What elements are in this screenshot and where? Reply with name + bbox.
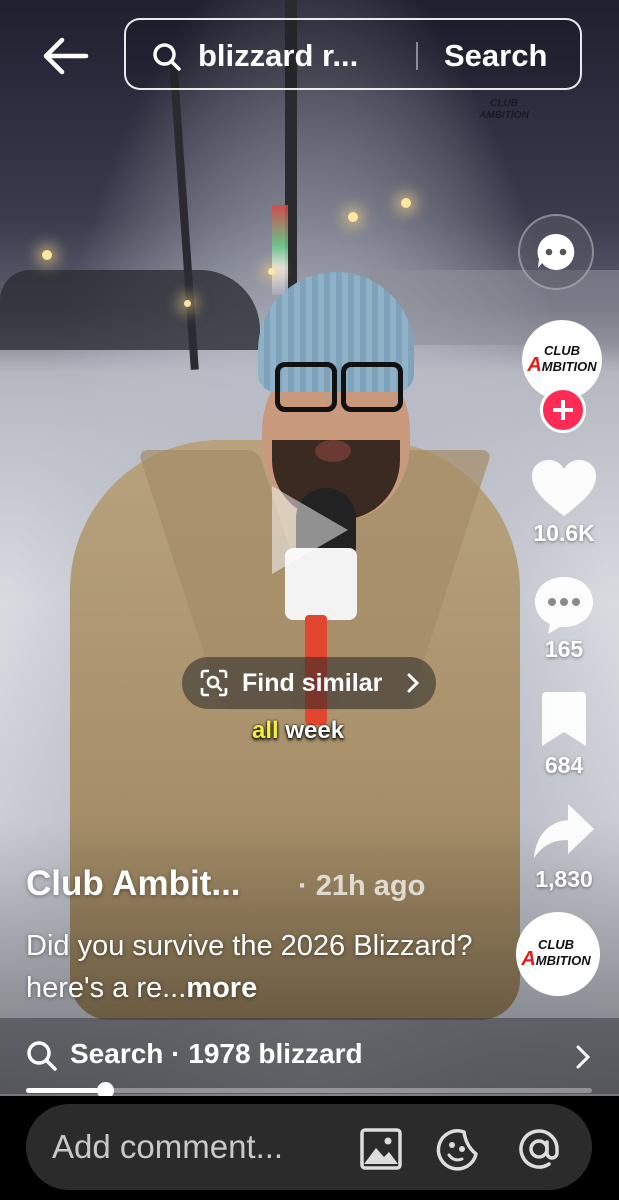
follow-button[interactable] bbox=[540, 387, 586, 433]
street-light bbox=[42, 250, 52, 260]
video-caption: all week bbox=[252, 717, 344, 745]
video-watermark: CLUB AMBITION bbox=[474, 98, 534, 130]
video-progress-bar[interactable] bbox=[26, 1082, 592, 1099]
search-submit-button[interactable]: Search bbox=[444, 38, 547, 74]
like-count: 10.6K bbox=[533, 520, 595, 546]
watermark-line: CLUB bbox=[490, 98, 518, 109]
find-similar-label: Find similar bbox=[242, 669, 383, 697]
reporter-mouth bbox=[315, 440, 351, 462]
chevron-right-icon bbox=[407, 673, 420, 693]
find-similar-button[interactable]: Find similar bbox=[182, 657, 436, 709]
share-count: 1,830 bbox=[535, 866, 593, 892]
search-divider bbox=[416, 42, 418, 70]
back-arrow-icon bbox=[43, 37, 89, 75]
at-sign-icon[interactable] bbox=[516, 1126, 562, 1172]
video-description[interactable]: Did you survive the 2026 Blizzard? here'… bbox=[26, 925, 496, 1009]
bookmark-icon[interactable] bbox=[540, 690, 588, 748]
search-icon bbox=[27, 1041, 57, 1071]
ai-chat-button[interactable] bbox=[518, 214, 594, 290]
sound-disc-logo-bottom: MBITION bbox=[535, 953, 591, 968]
play-icon[interactable] bbox=[262, 480, 354, 580]
caption-text: week bbox=[278, 717, 345, 744]
related-search-bar[interactable]: Search · 1978 blizzard bbox=[0, 1018, 619, 1094]
image-icon[interactable] bbox=[358, 1126, 404, 1172]
progress-fill bbox=[26, 1088, 106, 1093]
more-link[interactable]: more bbox=[186, 972, 257, 1004]
back-button[interactable] bbox=[40, 34, 92, 78]
save-count: 684 bbox=[544, 752, 584, 778]
sound-disc-logo-top: CLUB bbox=[537, 937, 575, 952]
search-icon bbox=[153, 43, 181, 71]
tree-line bbox=[0, 270, 260, 350]
street-light bbox=[184, 300, 191, 307]
creator-name[interactable]: Club Ambit... bbox=[26, 864, 241, 904]
reporter-glasses bbox=[275, 362, 403, 412]
chevron-right-icon bbox=[576, 1045, 591, 1069]
creator-avatar-logo: CLUB AMBITION bbox=[527, 343, 597, 376]
heart-icon[interactable] bbox=[530, 458, 598, 520]
comment-input[interactable]: Add comment... bbox=[26, 1104, 592, 1190]
emoji-icon[interactable] bbox=[436, 1126, 482, 1172]
ai-chat-icon bbox=[537, 233, 575, 270]
caption-highlight: all bbox=[252, 717, 279, 744]
street-light bbox=[401, 198, 411, 208]
avatar-logo-top: CLUB bbox=[543, 343, 581, 358]
store-sign bbox=[272, 205, 288, 295]
share-arrow-icon[interactable] bbox=[532, 802, 596, 860]
related-search-label: Search · 1978 blizzard bbox=[70, 1038, 363, 1069]
search-query-text[interactable]: blizzard r... bbox=[198, 38, 358, 74]
avatar-logo-bottom: MBITION bbox=[541, 359, 597, 374]
street-light bbox=[268, 268, 275, 275]
visual-search-icon bbox=[200, 669, 228, 697]
comment-bubble-icon[interactable] bbox=[532, 574, 596, 636]
sound-disc[interactable]: CLUB AMBITION bbox=[516, 912, 600, 996]
street-light bbox=[348, 212, 358, 222]
sound-disc-logo: CLUB AMBITION bbox=[521, 937, 591, 970]
post-time: · 21h ago bbox=[298, 870, 426, 902]
watermark-line: AMBITION bbox=[479, 110, 529, 121]
search-bar[interactable]: blizzard r... Search bbox=[124, 18, 582, 90]
comment-placeholder: Add comment... bbox=[52, 1128, 284, 1165]
comment-bar: Add comment... bbox=[0, 1096, 619, 1200]
comment-count: 165 bbox=[544, 636, 584, 662]
